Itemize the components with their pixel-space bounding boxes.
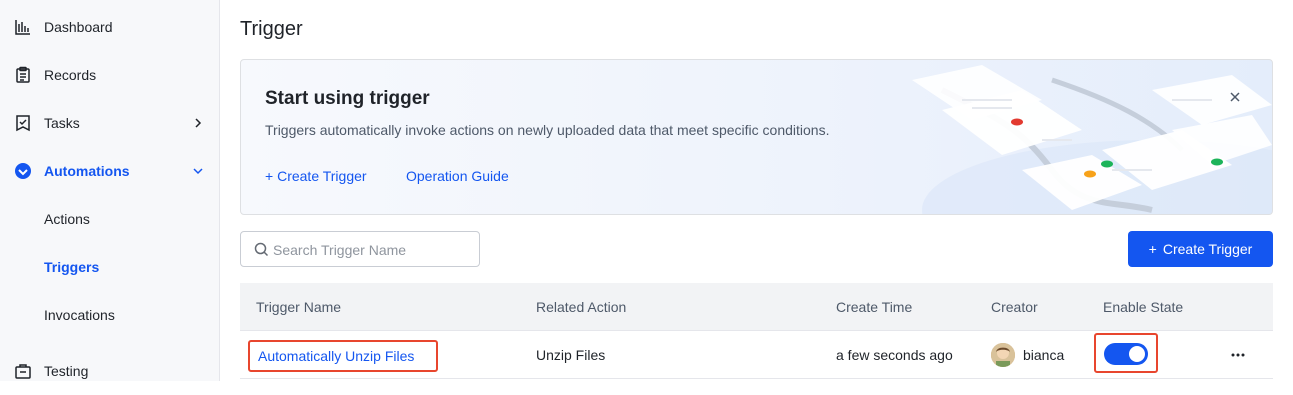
create-trigger-label: Create Trigger [1162,241,1253,257]
search-input[interactable] [273,240,473,260]
banner-create-trigger-link[interactable]: + Create Trigger [265,168,367,184]
plus-icon: + [265,168,274,184]
sidebar-item-label: Automations [44,163,130,179]
sidebar-item-label: Records [44,67,97,83]
banner-illustration [912,65,1272,214]
main-content: Trigger Start using trigger Triggers aut… [220,0,1293,381]
sidebar-item-triggers[interactable]: Triggers [0,243,219,291]
testing-icon [15,364,31,379]
table-header: Trigger Name Related Action Create Time … [240,283,1273,331]
operation-guide-link[interactable]: Operation Guide [406,168,509,184]
sidebar: Dashboard Records Tasks Automations Acti… [0,0,220,381]
sidebar-item-label: Testing [44,363,89,379]
banner-title: Start using trigger [265,88,430,109]
create-trigger-button[interactable]: + Create Trigger [1128,231,1273,267]
banner-create-trigger-label: Create Trigger [277,168,367,184]
sidebar-item-label: Tasks [44,115,80,131]
creator-cell: bianca [1023,347,1065,363]
sidebar-item-records[interactable]: Records [0,51,219,99]
enable-state-toggle[interactable] [1104,343,1148,365]
sidebar-item-label: Invocations [44,307,115,323]
getting-started-banner: Start using trigger Triggers automatical… [240,59,1273,215]
toggle-knob [1129,346,1145,362]
column-header-creator: Creator [991,299,1038,315]
more-options-icon[interactable] [1228,345,1248,365]
sidebar-item-tasks[interactable]: Tasks [0,99,219,147]
sidebar-item-label: Triggers [44,259,100,275]
avatar [991,343,1015,367]
column-header-create-time: Create Time [836,299,913,315]
close-icon[interactable] [1228,90,1242,104]
related-action-cell: Unzip Files [536,347,606,363]
banner-description: Triggers automatically invoke actions on… [265,122,830,138]
chevron-down-icon [193,168,203,175]
search-trigger-field[interactable] [240,231,480,267]
enable-state-highlight [1094,333,1158,373]
bar-chart-icon [15,20,30,35]
trigger-name-highlight: Automatically Unzip Files [248,340,438,372]
column-header-enable-state: Enable State [1103,299,1184,315]
task-icon [16,115,30,132]
sidebar-item-actions[interactable]: Actions [0,195,219,243]
sidebar-item-invocations[interactable]: Invocations [0,291,219,339]
trigger-name-link[interactable]: Automatically Unzip Files [258,348,414,364]
create-time-cell: a few seconds ago [836,347,953,363]
sidebar-item-label: Dashboard [44,19,113,35]
column-header-trigger-name: Trigger Name [256,299,342,315]
sidebar-item-testing[interactable]: Testing [0,347,219,395]
sidebar-item-automations[interactable]: Automations [0,147,219,195]
page-title: Trigger [240,18,303,40]
clipboard-icon [16,66,30,83]
column-header-related-action: Related Action [536,299,627,315]
table-row: Automatically Unzip Files Unzip Files a … [240,331,1273,379]
sidebar-item-dashboard[interactable]: Dashboard [0,3,219,51]
chevron-right-icon [195,118,202,128]
sidebar-item-label: Actions [44,211,90,227]
plus-icon: + [1148,241,1157,257]
search-icon [254,242,269,257]
automation-icon [15,163,31,179]
